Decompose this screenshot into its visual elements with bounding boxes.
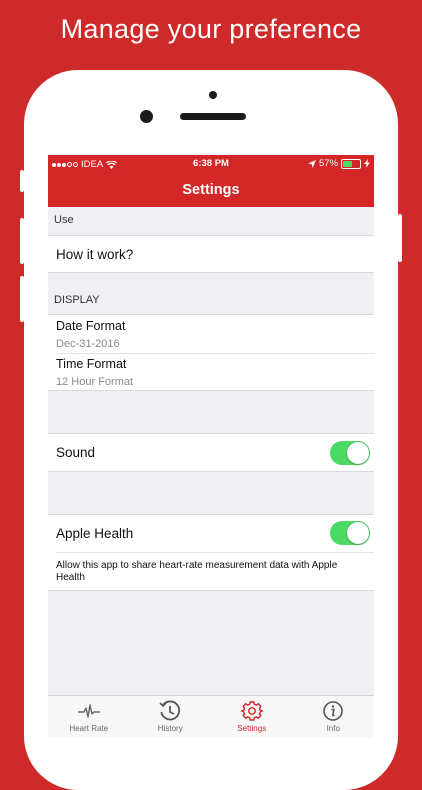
tab-history[interactable]: History [130,696,212,738]
sound-row: Sound [48,433,374,472]
tab-label: History [157,724,183,733]
charging-bolt-icon [364,159,370,168]
time-format-row[interactable]: Time Format 12 Hour Format [48,354,374,392]
apple-health-label: Apple Health [56,526,134,541]
date-format-label: Date Format [56,319,126,333]
heartbeat-icon [77,704,100,718]
clock-history-icon [159,700,181,721]
front-camera [140,110,153,123]
earpiece-speaker [180,113,246,120]
apple-health-group: Apple Health Allow this app to share hea… [48,514,374,591]
headline: Manage your preference [60,14,362,44]
status-right: 57% [307,158,370,169]
how-it-works-label: How it work? [56,247,134,262]
tab-info[interactable]: Info [293,696,375,738]
battery-level-fill [343,160,353,167]
apple-health-toggle[interactable] [330,521,370,545]
tab-label: Heart Rate [69,724,109,733]
tab-heart-rate[interactable]: Heart Rate [48,696,130,738]
time-format-label: Time Format [56,357,127,371]
toggle-knob [347,442,369,464]
info-icon [323,701,344,721]
date-format-row[interactable]: Date Format Dec-31-2016 [48,315,374,353]
tab-settings[interactable]: Settings [211,696,293,738]
how-it-works-row[interactable]: How it work? [48,235,374,273]
location-arrow-icon [307,159,316,168]
apple-health-description: Allow this app to share heart-rate measu… [56,560,338,583]
page-title: Settings [182,182,240,198]
phone-power-button [398,214,402,262]
battery-icon [341,158,361,169]
tab-label: Info [326,724,340,733]
tab-bar: Heart Rate History Settings Info [48,695,374,738]
sound-label: Sound [56,445,96,460]
toggle-knob [347,522,369,544]
time-format-value: 12 Hour Format [56,376,134,388]
row-divider [56,552,374,553]
section-header-use: Use [54,214,74,226]
gear-icon [240,701,264,721]
proximity-sensor [209,91,217,99]
battery-percent: 57% [318,158,338,169]
tab-label: Settings [237,724,267,733]
app-screen: IDEA 6:38 PM 57% Settings Use How it wor [48,155,374,738]
navigation-bar: Settings [48,173,374,207]
display-group: Date Format Dec-31-2016 Time Format 12 H… [48,314,374,391]
sound-toggle[interactable] [330,441,370,465]
section-header-display: DISPLAY [54,294,100,306]
status-bar: IDEA 6:38 PM 57% [48,155,374,173]
date-format-value: Dec-31-2016 [56,338,120,350]
